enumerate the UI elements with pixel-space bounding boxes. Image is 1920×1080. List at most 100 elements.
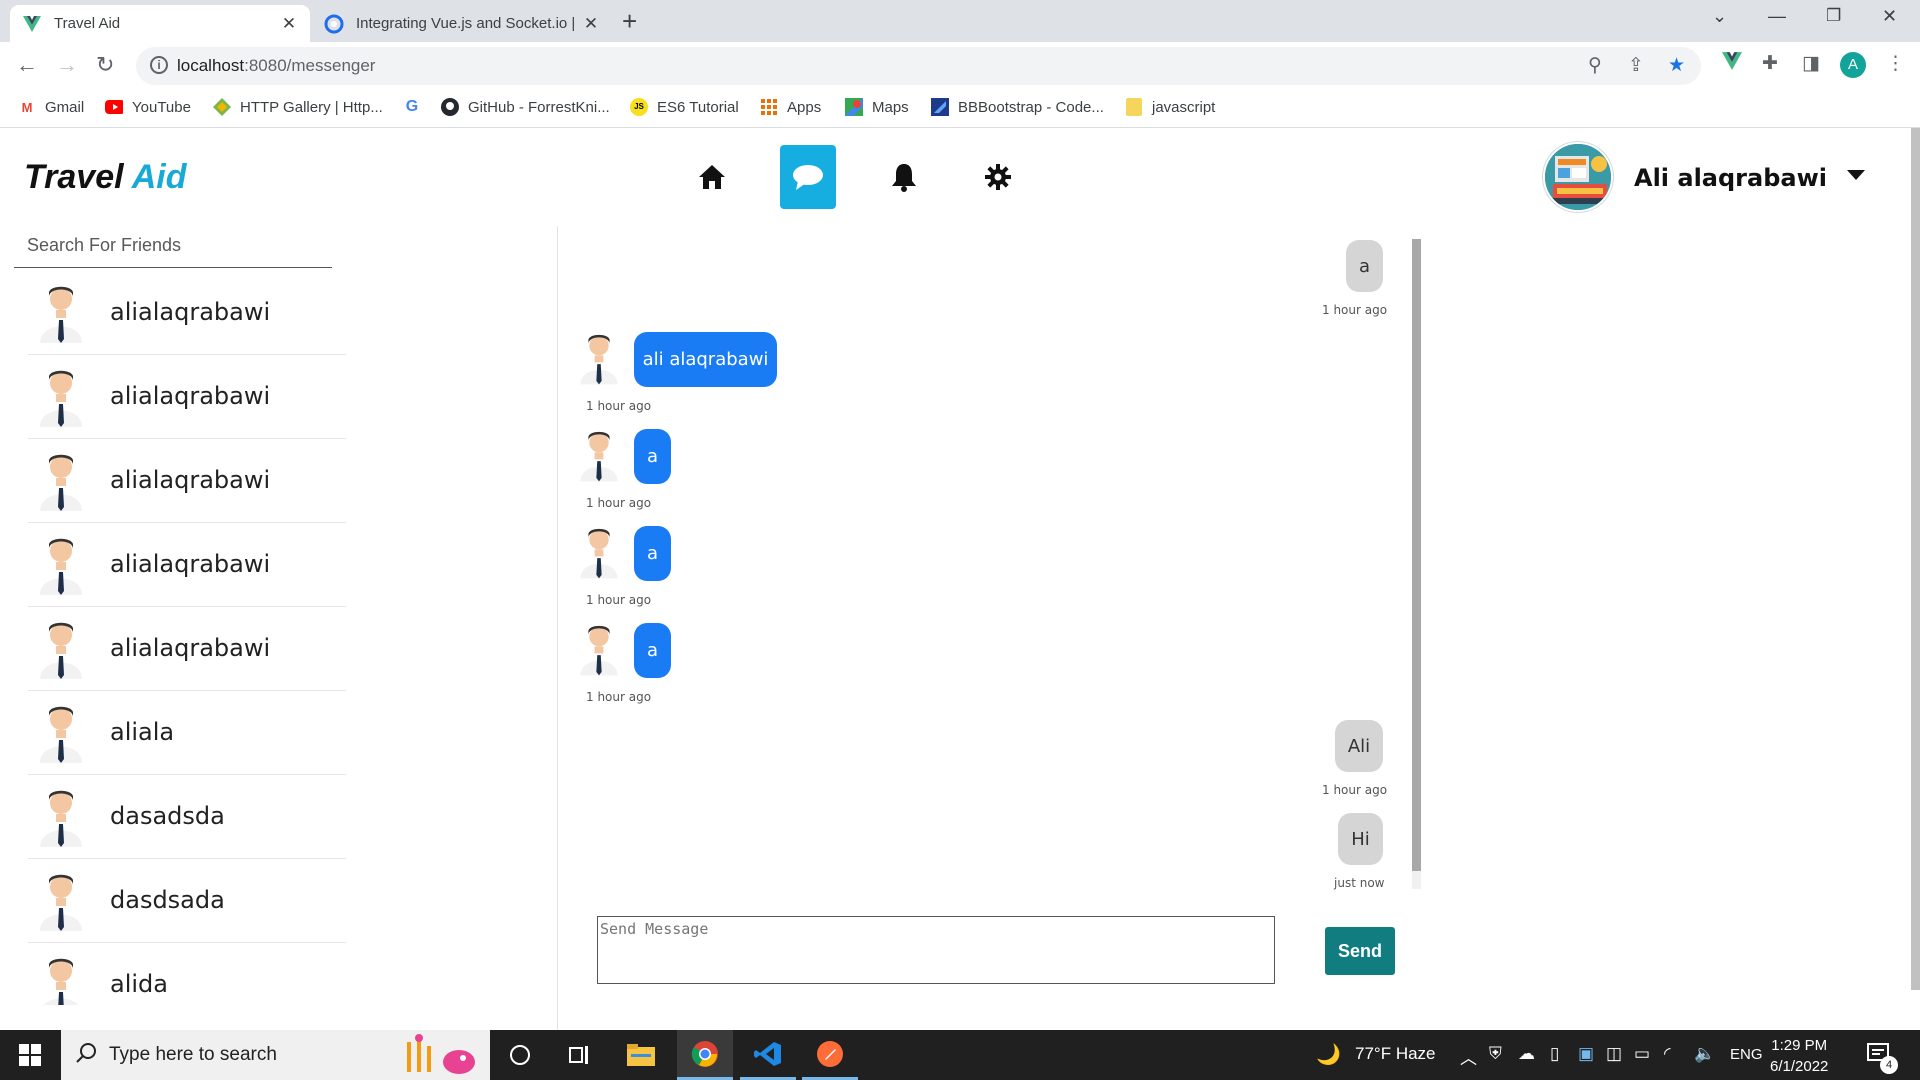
cortana-button[interactable] [492, 1030, 548, 1080]
friend-item[interactable]: alialaqrabawi [28, 271, 346, 355]
battery-icon[interactable]: ▭ [1634, 1044, 1650, 1064]
bookmark-bbbootstrap[interactable]: BBBootstrap - Code... [931, 98, 1104, 116]
friend-item[interactable]: dasdsada [28, 859, 346, 943]
minimize-button[interactable]: — [1768, 6, 1786, 27]
maps-icon [845, 98, 863, 116]
travel-aid-app: Travel Aid Ali alaqrabawi Search For Fri… [0, 128, 1920, 1030]
taskbar-clock[interactable]: 1:29 PM 6/1/2022 [1770, 1035, 1828, 1077]
send-button[interactable]: Send [1325, 927, 1395, 975]
taskbar-postman[interactable] [802, 1030, 858, 1080]
file-explorer-icon [627, 1044, 655, 1066]
close-tab-icon[interactable]: ✕ [280, 14, 298, 34]
taskbar-file-explorer[interactable] [613, 1030, 669, 1080]
friend-search-input[interactable]: Search For Friends [14, 224, 332, 268]
person-avatar-icon [40, 538, 82, 595]
friend-item[interactable]: aliala [28, 691, 346, 775]
menu-kebab-icon[interactable]: ⋮ [1886, 52, 1905, 75]
bookmark-javascript-folder[interactable]: javascript [1125, 98, 1215, 116]
friend-item[interactable]: alialaqrabawi [28, 355, 346, 439]
friend-name: dasdsada [110, 886, 225, 914]
chevron-up-icon[interactable]: ︿ [1460, 1044, 1477, 1069]
chat-scrollbar[interactable] [1412, 239, 1421, 889]
user-name[interactable]: Ali alaqrabawi [1634, 164, 1827, 192]
clock-time: 1:29 PM [1771, 1037, 1828, 1054]
message-input[interactable] [597, 916, 1275, 984]
restore-button[interactable]: ❐ [1826, 6, 1841, 26]
friend-name: alialaqrabawi [110, 550, 271, 578]
user-avatar[interactable] [1543, 142, 1613, 212]
wifi-icon[interactable]: ◜ [1664, 1044, 1671, 1064]
tab-socketio[interactable]: Integrating Vue.js and Socket.io | ✕ [312, 5, 612, 42]
start-button[interactable] [2, 1030, 58, 1080]
security-shield-icon[interactable]: ⛨ [1489, 1044, 1502, 1064]
bookmark-http-gallery[interactable]: HTTP Gallery | Http... [213, 98, 383, 116]
nav-messenger[interactable] [780, 145, 836, 209]
close-window-button[interactable]: ✕ [1882, 6, 1897, 27]
tab-travel-aid[interactable]: Travel Aid ✕ [10, 5, 310, 42]
weather-icon[interactable]: 🌙 [1316, 1042, 1341, 1067]
nav-home[interactable] [684, 145, 740, 209]
task-view-button[interactable] [552, 1030, 608, 1080]
bookmark-github[interactable]: GitHub - ForrestKni... [441, 98, 610, 116]
zoom-icon[interactable]: ⚲ [1588, 54, 1602, 77]
bookmark-google[interactable]: G [403, 98, 430, 116]
back-arrow-icon[interactable]: ← [16, 52, 38, 78]
tab-search-icon[interactable]: ⌄ [1712, 6, 1727, 27]
reload-icon[interactable]: ↻ [96, 52, 114, 78]
bookmark-apps[interactable]: Apps [760, 98, 821, 116]
bookmark-star-icon[interactable]: ★ [1668, 54, 1685, 77]
close-tab-icon[interactable]: ✕ [582, 14, 600, 34]
notification-count-badge: 4 [1880, 1056, 1898, 1074]
friend-item[interactable]: alialaqrabawi [28, 439, 346, 523]
url-text[interactable]: localhost:8080/messenger [177, 56, 375, 76]
side-panel-icon[interactable]: ◨ [1802, 52, 1820, 75]
taskbar-search-box[interactable]: Type here to search [61, 1030, 490, 1080]
network-adapter-icon[interactable]: ▣ [1578, 1044, 1594, 1064]
browser-toolbar: ← → ↻ i localhost:8080/messenger ⚲ ⇪ ★ [0, 42, 1920, 89]
friend-name: alialaqrabawi [110, 634, 271, 662]
bookmark-gmail[interactable]: M Gmail [18, 98, 85, 116]
person-avatar-icon [40, 706, 82, 763]
share-icon[interactable]: ⇪ [1628, 54, 1644, 77]
forward-arrow-icon[interactable]: → [56, 52, 78, 78]
browser-tab-bar: Travel Aid ✕ Integrating Vue.js and Sock… [0, 0, 1920, 42]
language-indicator[interactable]: ENG [1730, 1046, 1763, 1063]
caret-down-icon[interactable] [1847, 170, 1865, 180]
site-info-icon[interactable]: i [150, 56, 168, 74]
friend-item[interactable]: alida [28, 943, 346, 1005]
usb-device-icon[interactable]: ▯ [1550, 1044, 1559, 1064]
profile-avatar-icon[interactable]: A [1840, 52, 1866, 78]
onedrive-cloud-icon[interactable]: ☁ [1518, 1044, 1535, 1064]
friend-item[interactable]: dasadsda [28, 775, 346, 859]
bell-icon [892, 164, 916, 192]
friend-item[interactable]: alialaqrabawi [28, 523, 346, 607]
weather-text[interactable]: 77°F Haze [1355, 1044, 1436, 1064]
message-bubble-received: a [634, 623, 671, 678]
page-scrollbar[interactable] [1911, 128, 1920, 990]
meet-now-icon[interactable]: ◫ [1606, 1044, 1622, 1064]
nav-notifications[interactable] [876, 145, 932, 209]
bookmark-maps[interactable]: Maps [845, 98, 909, 116]
new-tab-button[interactable]: + [622, 8, 637, 34]
friend-item[interactable]: alialaqrabawi [28, 607, 346, 691]
taskbar-vscode[interactable] [740, 1030, 796, 1080]
google-icon: G [405, 98, 419, 115]
clock-date: 6/1/2022 [1770, 1058, 1829, 1075]
bookmark-es6-tutorial[interactable]: JS ES6 Tutorial [630, 98, 739, 116]
message-timestamp: 1 hour ago [586, 593, 652, 607]
nav-settings[interactable] [970, 145, 1026, 209]
person-avatar-icon [40, 454, 82, 511]
address-bar[interactable]: i localhost:8080/messenger ⚲ ⇪ ★ [136, 47, 1701, 85]
chat-scrollbar-thumb[interactable] [1412, 239, 1421, 871]
extensions-puzzle-icon[interactable]: ✚ [1762, 52, 1778, 75]
task-view-icon [569, 1046, 588, 1064]
app-logo[interactable]: Travel Aid [24, 158, 187, 197]
youtube-icon [105, 98, 123, 116]
taskbar-chrome[interactable] [677, 1030, 733, 1080]
message-timestamp: 1 hour ago [586, 690, 652, 704]
vue-devtools-icon[interactable] [1722, 52, 1742, 76]
bookmark-youtube[interactable]: YouTube [105, 98, 191, 116]
volume-icon[interactable]: 🔈 [1694, 1044, 1715, 1064]
person-avatar-icon [580, 431, 618, 482]
friend-name: aliala [110, 718, 175, 746]
